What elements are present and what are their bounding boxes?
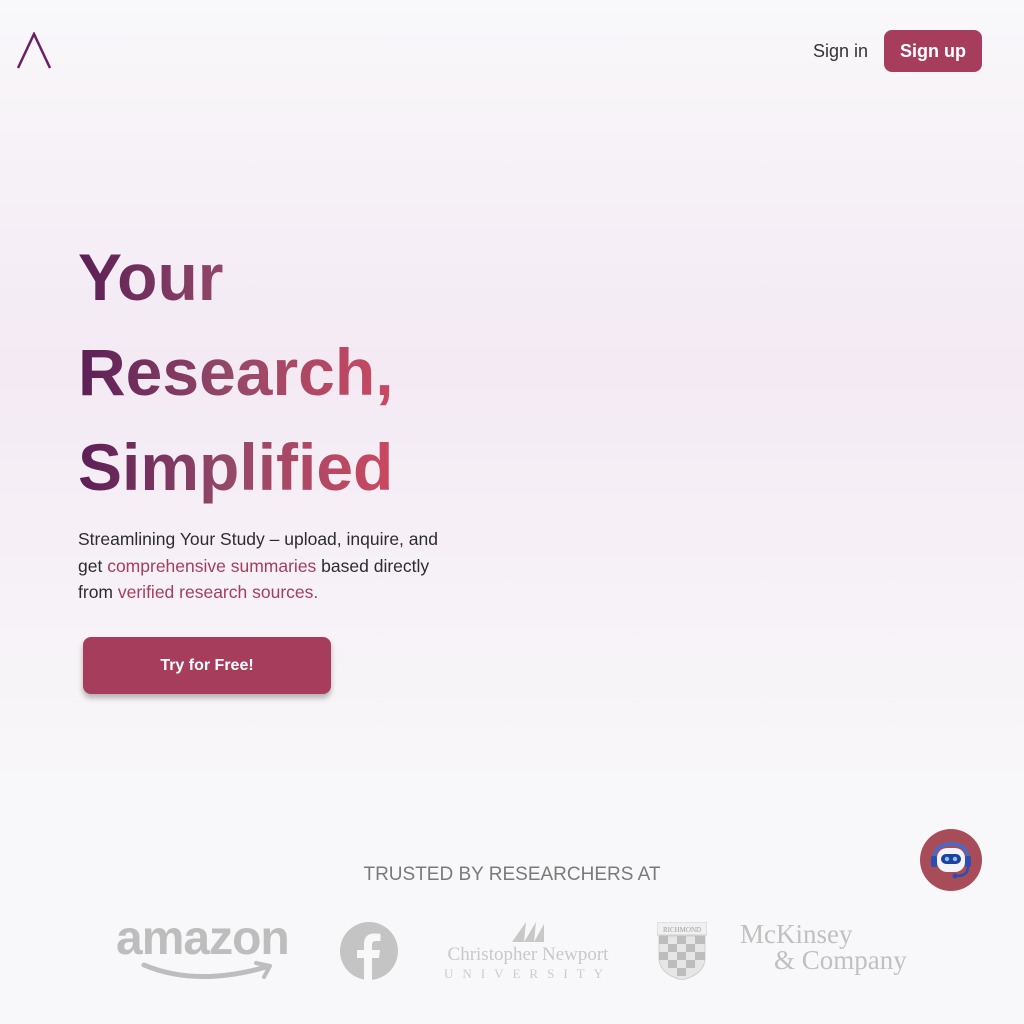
chat-support-button[interactable]: [920, 829, 982, 891]
richmond-shield-logo: RICHMOND: [657, 922, 707, 980]
amazon-smile-icon: [141, 961, 272, 979]
cnu-sails-icon: [512, 922, 544, 942]
trusted-heading: TRUSTED BY RESEARCHERS AT: [363, 864, 661, 885]
sign-up-button[interactable]: Sign up: [884, 30, 982, 72]
try-for-free-button[interactable]: Try for Free!: [83, 637, 331, 694]
facebook-logo: [340, 922, 398, 980]
cnu-name: Christopher Newport: [447, 944, 609, 965]
hero-headline: Your Research, Simplified: [78, 230, 538, 515]
subtitle-highlight-summaries: comprehensive summaries: [107, 555, 317, 576]
amazon-wordmark: amazon: [116, 912, 290, 965]
robot-headset-icon: [931, 842, 971, 879]
christopher-newport-logo: Christopher Newport UNIVERSITY: [428, 920, 628, 982]
partner-logos: amazon Christopher Newport UNIVERSITY RI…: [0, 915, 1024, 985]
headline-line-2: Research,: [78, 325, 408, 420]
hero-subtitle: Streamlining Your Study – upload, inquir…: [78, 526, 458, 606]
mckinsey-line-2: & Company: [774, 945, 907, 975]
caret-logo[interactable]: [16, 32, 52, 70]
cnu-university: UNIVERSITY: [444, 966, 612, 981]
amazon-logo: amazon: [116, 915, 310, 983]
headline-line-3: Simplified: [78, 420, 408, 515]
mckinsey-logo: McKinsey & Company: [740, 921, 920, 983]
auth-nav: Sign in Sign up: [805, 30, 982, 72]
subtitle-highlight-sources: verified research sources.: [117, 582, 319, 602]
sign-in-link[interactable]: Sign in: [805, 30, 876, 72]
headline-line-1: Your: [78, 230, 408, 325]
svg-text:RICHMOND: RICHMOND: [663, 926, 701, 934]
